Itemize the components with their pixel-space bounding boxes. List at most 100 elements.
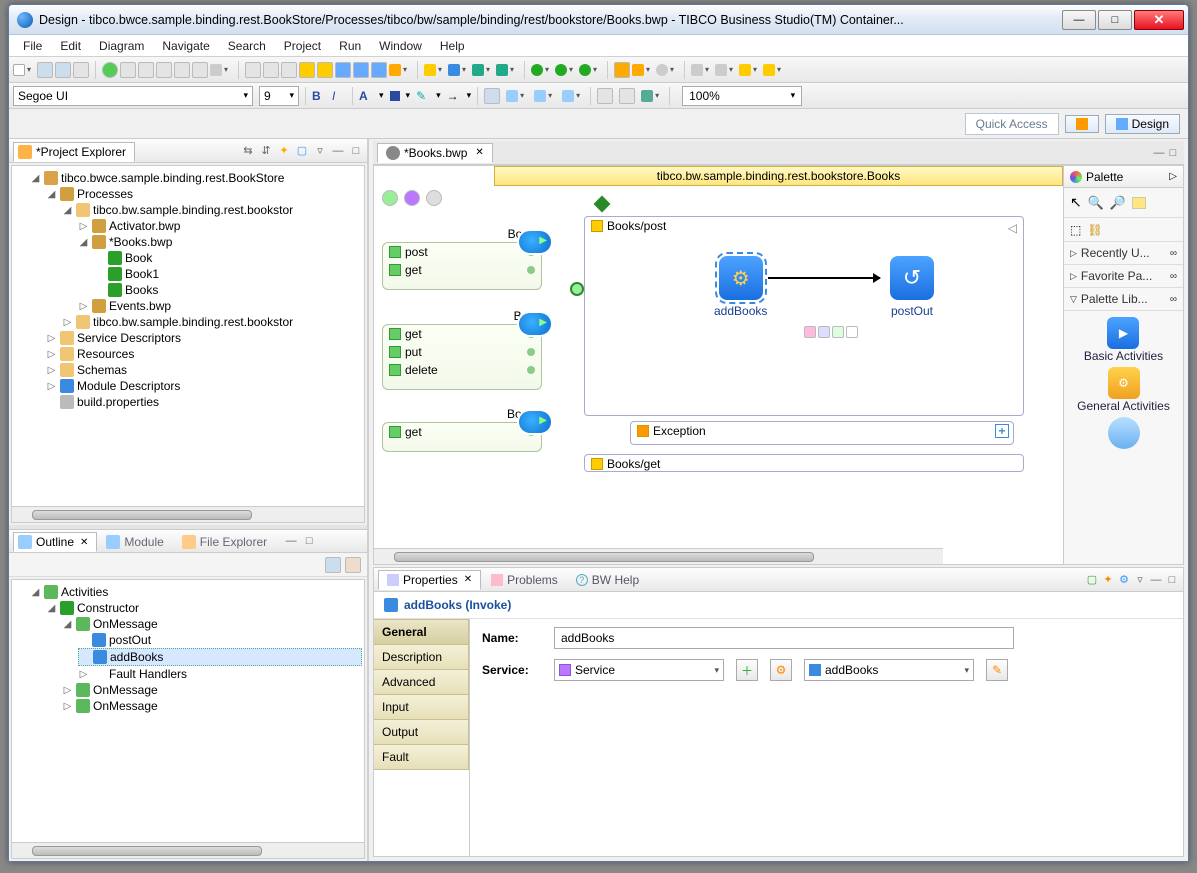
props-min-button[interactable]: — xyxy=(1149,573,1163,587)
print-button[interactable] xyxy=(73,62,89,78)
flow-books-post[interactable]: Books/post ◁ xyxy=(584,216,1024,416)
sel3-button[interactable]: ▾ xyxy=(496,62,518,78)
tree-booksn[interactable]: Books xyxy=(94,282,362,298)
canvas-info-button[interactable] xyxy=(404,190,420,206)
palette-favorite[interactable]: ▷Favorite Pa...∞ xyxy=(1064,265,1183,288)
stepover-button[interactable] xyxy=(174,62,190,78)
filter-button[interactable]: ▢ xyxy=(295,144,309,158)
project-explorer-tree[interactable]: ◢tibco.bwce.sample.binding.rest.BookStor… xyxy=(11,165,365,523)
service-add-button[interactable]: ＋ xyxy=(736,659,758,681)
collapse-all-button[interactable]: ⇆ xyxy=(241,144,255,158)
canvas-user-button[interactable] xyxy=(426,190,442,206)
marquee-tool[interactable]: ⬚ xyxy=(1070,223,1081,237)
run1-button[interactable]: ▾ xyxy=(531,62,553,78)
view-menu-button[interactable]: ▿ xyxy=(313,144,327,158)
font-select[interactable]: Segoe UI▾ xyxy=(13,86,253,106)
editor-maximize-button[interactable]: □ xyxy=(1166,146,1180,160)
props-menu-button[interactable]: ▿ xyxy=(1133,573,1147,587)
tree-books[interactable]: ◢*Books.bwp xyxy=(78,234,362,250)
outline-activities[interactable]: ◢Activities xyxy=(30,584,362,600)
t1[interactable] xyxy=(245,62,261,78)
activity-postout[interactable]: ↺ postOut xyxy=(890,256,934,318)
gear4-button[interactable]: ▾ xyxy=(389,62,411,78)
bwhelp-tab[interactable]: ?BW Help xyxy=(568,571,647,589)
op-get3[interactable]: get xyxy=(383,423,541,441)
activity-addbooks[interactable]: ⚙ addBooks xyxy=(714,256,767,318)
outline-addbooks[interactable]: addBooks xyxy=(78,648,362,666)
outline-minimize-button[interactable]: — xyxy=(284,534,298,548)
outline-onmsg3[interactable]: ▷OnMessage xyxy=(62,698,362,714)
grid-button[interactable] xyxy=(484,88,500,104)
start-event[interactable] xyxy=(570,282,584,296)
tree-processes[interactable]: ◢Processes xyxy=(46,186,362,202)
open-perspective-button[interactable] xyxy=(1065,115,1099,133)
sidetab-general[interactable]: General xyxy=(374,619,469,645)
tree-bp[interactable]: build.properties xyxy=(46,394,362,410)
zoom-select[interactable]: 100%▾ xyxy=(682,86,802,106)
sidetab-description[interactable]: Description xyxy=(374,644,469,670)
outline-hscroll[interactable] xyxy=(12,842,364,858)
sidetab-input[interactable]: Input xyxy=(374,694,469,720)
palette-more[interactable] xyxy=(1108,417,1140,449)
note-tool[interactable] xyxy=(1132,197,1146,209)
wand-button[interactable] xyxy=(614,62,630,78)
tree-res[interactable]: ▷Resources xyxy=(46,346,362,362)
tree-sd[interactable]: ▷Service Descriptors xyxy=(46,330,362,346)
props-max-button[interactable]: □ xyxy=(1165,573,1179,587)
tree-activator[interactable]: ▷Activator.bwp xyxy=(78,218,362,234)
comp-button[interactable]: ▾ xyxy=(641,88,663,104)
gear1-button[interactable] xyxy=(335,62,351,78)
undo-button[interactable] xyxy=(299,62,315,78)
editor-minimize-button[interactable]: — xyxy=(1152,146,1166,160)
outline-constructor[interactable]: ◢Constructor xyxy=(46,600,362,616)
palette-collapse-button[interactable]: ▷ xyxy=(1169,171,1177,182)
drop-button[interactable] xyxy=(192,62,208,78)
sel1-button[interactable]: ▾ xyxy=(448,62,470,78)
tree-pkg[interactable]: ◢tibco.bw.sample.binding.rest.bookstor xyxy=(62,202,362,218)
nav1-button[interactable]: ▾ xyxy=(691,62,713,78)
operation-select[interactable]: addBooks▾ xyxy=(804,659,974,681)
run3-button[interactable]: ▾ xyxy=(579,62,601,78)
project-explorer-tab[interactable]: *Project Explorer xyxy=(13,142,135,162)
menu-run[interactable]: Run xyxy=(331,37,369,55)
menu-search[interactable]: Search xyxy=(220,37,274,55)
transition-arrow[interactable] xyxy=(768,277,880,279)
gear3-button[interactable] xyxy=(371,62,387,78)
service-books[interactable]: Books post get xyxy=(382,242,542,290)
editor-canvas[interactable]: tibco.bw.sample.binding.rest.bookstore.B… xyxy=(374,166,1063,564)
operation-edit-button[interactable]: ✎ xyxy=(986,659,1008,681)
font-size-select[interactable]: 9▾ xyxy=(259,86,299,106)
problems-tab[interactable]: Problems xyxy=(483,571,566,589)
focus-button[interactable]: ✦ xyxy=(277,144,291,158)
maximize-button[interactable]: □ xyxy=(1098,10,1132,30)
name-input[interactable] xyxy=(554,627,1014,649)
service-gear-button[interactable]: ⚙ xyxy=(770,659,792,681)
pointer-tool[interactable]: ↖ xyxy=(1070,194,1082,211)
align-button[interactable]: ▾ xyxy=(534,88,556,104)
autolayout-button[interactable] xyxy=(597,88,613,104)
menu-diagram[interactable]: Diagram xyxy=(91,37,152,55)
sidetab-advanced[interactable]: Advanced xyxy=(374,669,469,695)
flow-collapse-icon[interactable]: ◁ xyxy=(1008,221,1017,235)
bold-button[interactable]: B xyxy=(312,89,326,103)
outline-overview-button[interactable] xyxy=(345,557,361,573)
t3[interactable] xyxy=(281,62,297,78)
design-perspective-button[interactable]: Design xyxy=(1105,114,1180,134)
menu-project[interactable]: Project xyxy=(276,37,329,55)
menu-edit[interactable]: Edit xyxy=(52,37,89,55)
palette-basic-activities[interactable]: ▶Basic Activities xyxy=(1084,317,1163,363)
maximize-view-button[interactable]: □ xyxy=(349,144,363,158)
line-button[interactable]: → xyxy=(447,89,461,103)
gear2-button[interactable] xyxy=(353,62,369,78)
tree-book[interactable]: Book xyxy=(94,250,362,266)
sidetab-fault[interactable]: Fault xyxy=(374,744,469,770)
outline-fault[interactable]: ▷Fault Handlers xyxy=(78,666,362,682)
sel2-button[interactable]: ▾ xyxy=(472,62,494,78)
snap-button[interactable]: ▾ xyxy=(506,88,528,104)
outline-maximize-button[interactable]: □ xyxy=(302,534,316,548)
properties-tab[interactable]: Properties✕ xyxy=(378,570,481,590)
deco4-icon[interactable] xyxy=(846,326,858,338)
save-button[interactable] xyxy=(37,62,53,78)
redo-button[interactable] xyxy=(317,62,333,78)
wand2-button[interactable]: ▾ xyxy=(632,62,654,78)
